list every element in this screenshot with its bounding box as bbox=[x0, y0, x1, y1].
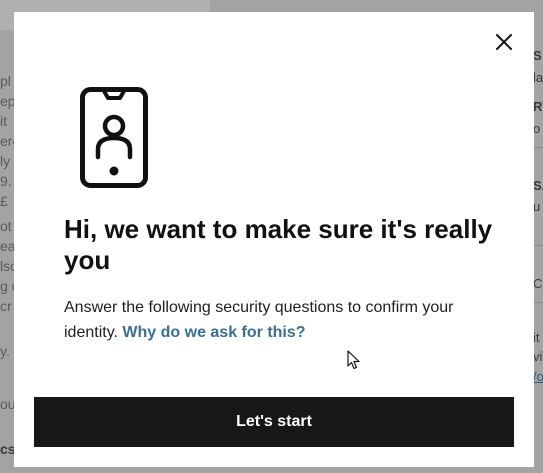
close-button[interactable] bbox=[492, 30, 516, 54]
background-text: ot bbox=[0, 218, 12, 234]
background-divider bbox=[534, 147, 543, 148]
close-icon bbox=[496, 34, 512, 50]
background-text: y. bbox=[0, 343, 10, 359]
background-text: SA bbox=[533, 178, 543, 193]
modal-title: Hi, we want to make sure it's really you bbox=[64, 214, 493, 275]
background-text: 9. bbox=[0, 173, 12, 189]
background-divider bbox=[534, 245, 543, 246]
lets-start-button[interactable]: Let's start bbox=[34, 397, 514, 447]
background-text: Co bbox=[533, 276, 543, 291]
modal-description: Answer the following security questions … bbox=[64, 295, 504, 345]
why-we-ask-link[interactable]: Why do we ask for this? bbox=[122, 324, 305, 341]
background-text: pl bbox=[0, 73, 11, 89]
background-text: it bbox=[0, 113, 7, 129]
background-text: vil bbox=[533, 349, 543, 364]
phone-user-icon bbox=[80, 87, 148, 188]
background-text: o bbox=[533, 121, 541, 136]
background-text: /o bbox=[533, 369, 543, 384]
identity-check-modal: Hi, we want to make sure it's really you… bbox=[14, 12, 534, 467]
background-text: u bbox=[533, 199, 541, 214]
background-divider bbox=[534, 302, 543, 303]
background-text: RY bbox=[533, 99, 543, 114]
background-text: la bbox=[533, 70, 543, 85]
background-text: cr bbox=[0, 298, 12, 314]
background-text: S bbox=[533, 48, 542, 63]
background-text: ly bbox=[0, 153, 11, 169]
background-text: £ bbox=[0, 193, 8, 209]
